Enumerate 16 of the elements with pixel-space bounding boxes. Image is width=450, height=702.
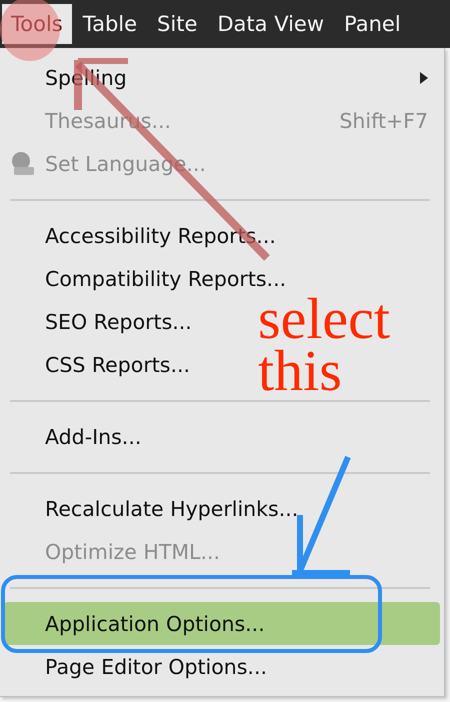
menu-item[interactable]: Spelling <box>45 66 127 90</box>
menu-bar-item[interactable]: Site <box>148 4 206 44</box>
shortcut-text: Shift+F7 <box>339 108 428 132</box>
menu-item[interactable]: Page Editor Options... <box>45 654 267 678</box>
menu-bar-item[interactable]: Table <box>74 4 146 44</box>
menu-item[interactable]: Application Options... <box>45 612 265 636</box>
menu-item[interactable]: Accessibility Reports... <box>45 224 276 248</box>
menu-item-highlight[interactable]: Application Options... <box>4 602 440 645</box>
menu-item[interactable]: CSS Reports... <box>45 352 190 376</box>
menu-bar-item[interactable]: Panel <box>335 4 410 44</box>
menu-bar-item[interactable]: Data View <box>208 4 334 44</box>
menu-item[interactable]: Recalculate Hyperlinks... <box>45 496 298 520</box>
annotation-text: select this <box>258 293 390 397</box>
menu-item[interactable]: Compatibility Reports... <box>45 266 286 290</box>
menu-item[interactable]: SEO Reports... <box>45 310 192 334</box>
menu-item[interactable]: Add-Ins... <box>45 424 142 448</box>
